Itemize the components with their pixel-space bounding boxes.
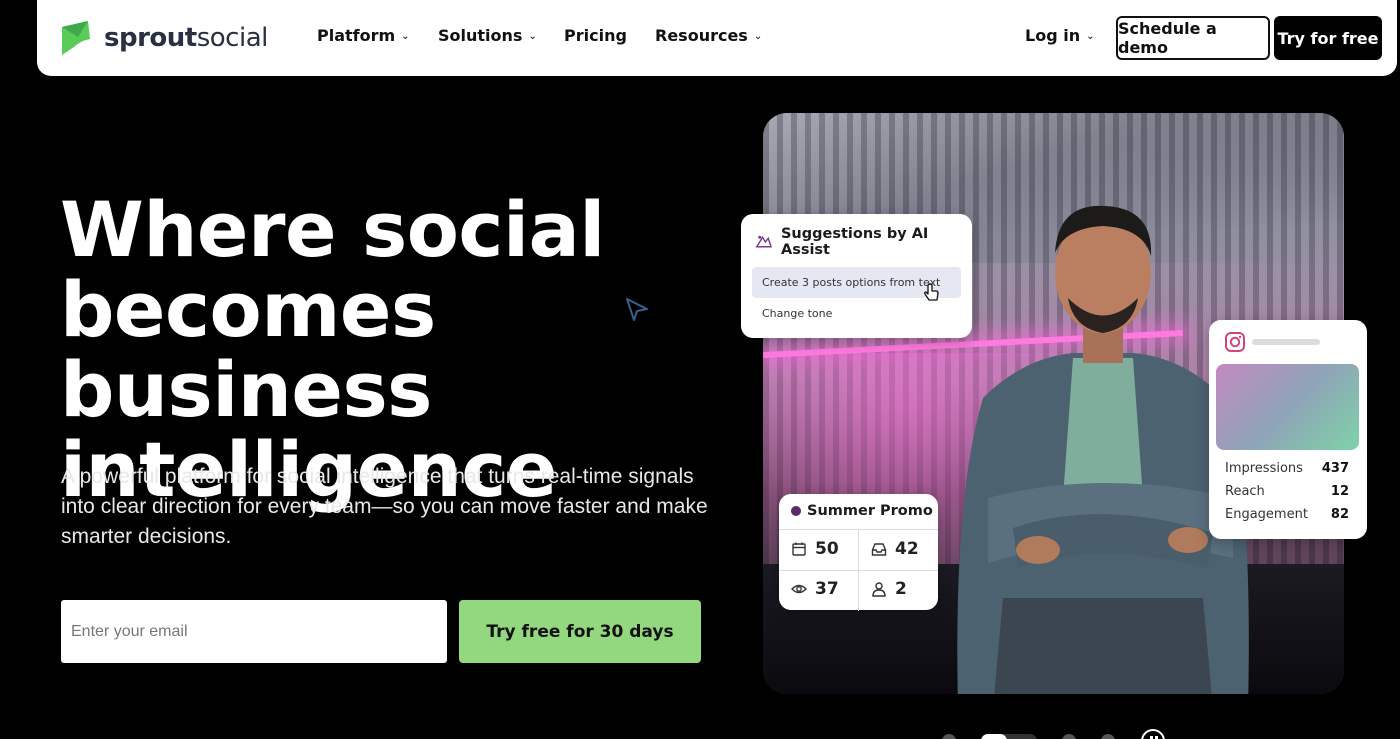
- hero-subtitle: A powerful platform for social intellige…: [61, 465, 708, 548]
- ai-assist-icon: [755, 235, 773, 248]
- chevron-down-icon: ⌄: [401, 31, 410, 42]
- carousel-dot[interactable]: [1101, 734, 1115, 739]
- metric-value: 437: [1321, 461, 1349, 476]
- instagram-name-placeholder: [1252, 339, 1320, 345]
- nav-login[interactable]: Log in ⌄: [1025, 26, 1094, 45]
- metric-engagement: Engagement 82: [1225, 507, 1349, 522]
- nav-resources[interactable]: Resources ⌄: [655, 26, 762, 45]
- stat-users: 2: [871, 579, 907, 599]
- nav-pricing-label: Pricing: [564, 26, 627, 45]
- metric-label: Impressions: [1225, 461, 1303, 476]
- nav-platform[interactable]: Platform ⌄: [317, 26, 410, 45]
- inbox-icon: [871, 543, 887, 556]
- nav-solutions-label: Solutions: [438, 26, 523, 45]
- user-icon: [872, 582, 886, 597]
- stat-value: 50: [815, 539, 839, 559]
- stat-scheduled: 50: [791, 539, 839, 559]
- hero-title-line-1: Where social: [60, 185, 605, 274]
- stat-inbox: 42: [871, 539, 919, 559]
- stat-value: 37: [815, 579, 839, 599]
- hand-pointer-icon: [924, 283, 939, 301]
- instagram-metrics-card: Impressions 437 Reach 12 Engagement 82: [1209, 320, 1367, 539]
- ai-assist-title: Suggestions by AI Assist: [780, 226, 929, 258]
- metric-label: Engagement: [1225, 507, 1308, 522]
- carousel-dot[interactable]: [1062, 734, 1076, 739]
- nav-solutions[interactable]: Solutions ⌄: [438, 26, 537, 45]
- stat-value: 2: [895, 579, 907, 599]
- try-free-30-days-button[interactable]: Try free for 30 days: [459, 600, 701, 663]
- summer-promo-header: Summer Promo: [791, 503, 933, 519]
- summer-promo-title: Summer Promo: [807, 503, 933, 519]
- carousel-dot[interactable]: [942, 734, 956, 739]
- sprout-leaf-icon: [62, 21, 90, 55]
- ai-option-change-tone[interactable]: Change tone: [762, 307, 832, 320]
- mouse-cursor-icon: [626, 298, 648, 321]
- top-nav: sproutsocial Platform ⌄ Solutions ⌄ Pricin…: [37, 0, 1397, 76]
- hero-title-line-2: becomes business: [60, 265, 436, 434]
- campaign-dot-icon: [791, 506, 801, 516]
- chevron-down-icon: ⌄: [528, 31, 537, 42]
- summer-promo-card: Summer Promo 50 42 37 2: [779, 494, 938, 611]
- metric-reach: Reach 12: [1225, 484, 1349, 499]
- metric-value: 82: [1330, 507, 1349, 522]
- chevron-down-icon: ⌄: [1086, 31, 1095, 42]
- metric-label: Reach: [1225, 484, 1265, 499]
- ai-assist-card: Suggestions by AI Assist Create 3 posts …: [741, 214, 972, 338]
- email-input[interactable]: [61, 600, 447, 663]
- instagram-post-image: [1216, 364, 1359, 450]
- sproutsocial-logo[interactable]: sproutsocial: [60, 19, 268, 57]
- metric-impressions: Impressions 437: [1225, 461, 1349, 476]
- stat-views: 37: [791, 579, 839, 599]
- login-label: Log in: [1025, 26, 1081, 45]
- eye-icon: [791, 584, 807, 594]
- try-for-free-button[interactable]: Try for free: [1274, 16, 1382, 60]
- ai-assist-header: Suggestions by AI Assist: [754, 226, 972, 258]
- nav-platform-label: Platform: [317, 26, 396, 45]
- chevron-down-icon: ⌄: [753, 31, 763, 42]
- instagram-icon: [1225, 332, 1245, 352]
- logo-wordmark: sproutsocial: [104, 23, 268, 53]
- metric-value: 12: [1330, 484, 1349, 499]
- nav-pricing[interactable]: Pricing: [564, 26, 627, 45]
- pause-carousel-icon[interactable]: [1141, 729, 1165, 739]
- calendar-icon: [792, 542, 806, 556]
- nav-resources-label: Resources: [655, 26, 748, 45]
- stat-value: 42: [895, 539, 919, 559]
- promo-stats-grid: 50 42 37 2: [779, 529, 938, 611]
- carousel-dot-active[interactable]: [981, 734, 1037, 739]
- schedule-demo-button[interactable]: Schedule a demo: [1116, 16, 1270, 60]
